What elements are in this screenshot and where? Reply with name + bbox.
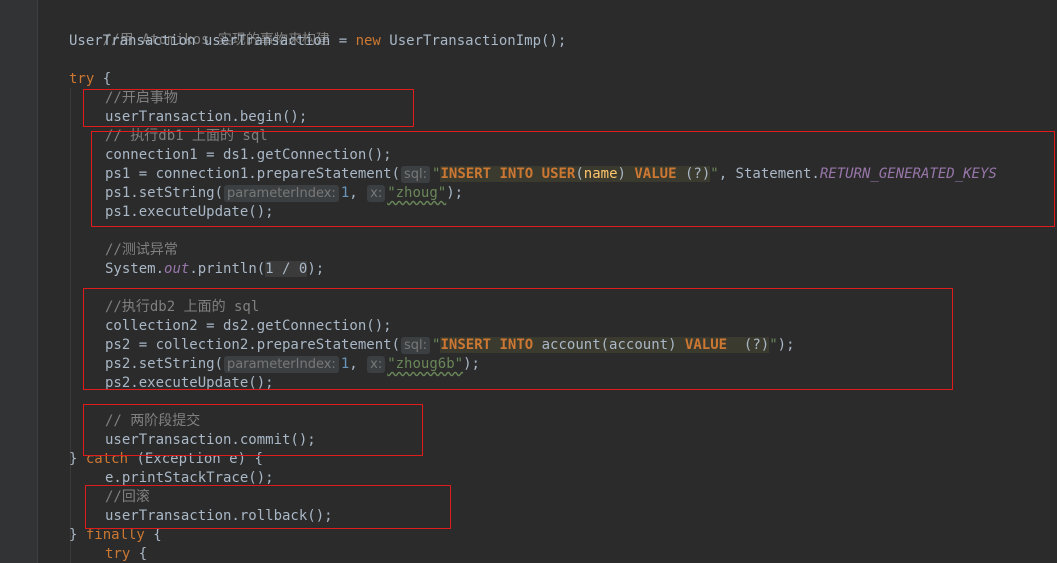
string-quote: " bbox=[769, 337, 778, 353]
keyword-finally: finally bbox=[85, 527, 145, 543]
sql-text: ) bbox=[617, 166, 635, 182]
code-text: , Statement. bbox=[718, 166, 820, 182]
code-text: userTransaction.rollback(); bbox=[105, 508, 333, 524]
static-field: out bbox=[164, 261, 190, 277]
sql-identifier: name bbox=[583, 166, 618, 182]
number-literal: 1 bbox=[340, 356, 350, 372]
string-quote: " bbox=[710, 166, 719, 182]
code-line: //测试异常 bbox=[105, 241, 178, 260]
comment: // 执行db1 上面的 sql bbox=[105, 128, 268, 144]
code-line: collection2 = ds2.getConnection(); bbox=[105, 317, 392, 336]
code-line: } catch (Exception e) { bbox=[69, 450, 263, 469]
string-literal: "zhoug" bbox=[387, 185, 447, 201]
code-line: userTransaction.commit(); bbox=[105, 431, 316, 450]
sql-keyword: VALUE bbox=[684, 337, 728, 353]
code-text: userTransaction.commit(); bbox=[105, 432, 316, 448]
sql-text: account(account) bbox=[533, 337, 685, 353]
comment: //执行db2 上面的 sql bbox=[105, 299, 260, 315]
code-line: ps2 = collection2.prepareStatement(sql: "… bbox=[105, 336, 795, 355]
code-text: } bbox=[69, 527, 86, 543]
code-line: userTransaction.begin(); bbox=[105, 108, 307, 127]
sql-text: (?) bbox=[727, 337, 770, 353]
code-text: { bbox=[144, 527, 162, 543]
code-text: ps2.executeUpdate(); bbox=[105, 375, 274, 391]
code-text: System. bbox=[105, 261, 165, 277]
sql-text: ( bbox=[575, 166, 584, 182]
param-hint-parameter-index: parameterIndex: bbox=[224, 356, 339, 373]
sql-keyword: VALUE bbox=[634, 166, 677, 182]
warning-highlight: 1 / 0 bbox=[265, 261, 308, 277]
comment: //开启事物 bbox=[105, 90, 178, 106]
code-text: ps2 = collection2.prepareStatement( bbox=[105, 337, 401, 353]
param-hint-x: x: bbox=[367, 356, 386, 373]
gutter-divider bbox=[37, 0, 38, 563]
indent-guide bbox=[70, 88, 71, 563]
code-text: (Exception e) { bbox=[128, 451, 263, 467]
code-text: UserTransactionImp(); bbox=[380, 33, 567, 49]
code-line: // 两阶段提交 bbox=[105, 412, 200, 431]
code-text: .println( bbox=[189, 261, 266, 277]
code-text: ps1 = connection1.prepareStatement( bbox=[105, 166, 401, 182]
param-hint-parameter-index: parameterIndex: bbox=[224, 185, 339, 202]
sql-text bbox=[533, 166, 542, 182]
code-text: UserTransaction userTransaction = bbox=[69, 33, 356, 49]
number-literal: 1 bbox=[340, 185, 350, 201]
code-text: ); bbox=[307, 261, 325, 277]
code-line: System.out.println(1 / 0); bbox=[105, 260, 324, 279]
sql-keyword: USER bbox=[541, 166, 576, 182]
string-literal: "zhoug6b" bbox=[387, 356, 464, 372]
comment: // 两阶段提交 bbox=[105, 413, 201, 429]
code-line: try { bbox=[105, 545, 147, 563]
code-line: // 执行db1 上面的 sql bbox=[105, 127, 268, 146]
code-line: UserTransaction userTransaction = new Us… bbox=[69, 32, 566, 51]
code-line: ps1.executeUpdate(); bbox=[105, 203, 274, 222]
code-text: ps1.executeUpdate(); bbox=[105, 204, 274, 220]
comment: //回滚 bbox=[105, 489, 150, 505]
code-line: connection1 = ds1.getConnection(); bbox=[105, 146, 392, 165]
code-text: ); bbox=[777, 337, 795, 353]
code-text: connection1 = ds1.getConnection(); bbox=[105, 147, 392, 163]
keyword-try: try bbox=[69, 71, 95, 87]
code-line: //回滚 bbox=[105, 488, 150, 507]
keyword-try: try bbox=[105, 546, 131, 562]
code-text: ); bbox=[446, 185, 464, 201]
code-text: collection2 = ds2.getConnection(); bbox=[105, 318, 392, 334]
code-line: e.printStackTrace(); bbox=[105, 469, 274, 488]
code-text: { bbox=[130, 546, 148, 562]
code-line: ps2.executeUpdate(); bbox=[105, 374, 274, 393]
sql-text: (?) bbox=[676, 166, 711, 182]
code-text: , bbox=[349, 356, 367, 372]
sql-keyword: INSERT INTO bbox=[440, 337, 534, 353]
code-text: userTransaction.begin(); bbox=[105, 109, 308, 125]
keyword-new: new bbox=[355, 33, 381, 49]
comment: //测试异常 bbox=[105, 242, 178, 258]
code-text: ps1.setString( bbox=[105, 185, 224, 201]
code-text: , bbox=[349, 185, 367, 201]
code-text: ps2.setString( bbox=[105, 356, 224, 372]
code-editor[interactable]: //用 Atomikos 实现的事物来构建 UserTransaction us… bbox=[0, 0, 1057, 563]
code-line: userTransaction.rollback(); bbox=[105, 507, 333, 526]
code-text: e.printStackTrace(); bbox=[105, 470, 274, 486]
code-line: try { bbox=[69, 70, 111, 89]
code-line: } finally { bbox=[69, 526, 162, 545]
code-line: //开启事物 bbox=[105, 89, 178, 108]
param-hint-sql: sql: bbox=[401, 337, 431, 354]
code-line: ps2.setString(parameterIndex: 1, x: "zhoug… bbox=[105, 355, 480, 374]
code-text: ); bbox=[463, 356, 480, 372]
code-line: ps1 = connection1.prepareStatement(sql: "… bbox=[105, 165, 997, 184]
code-text: { bbox=[94, 71, 112, 87]
keyword-catch: catch bbox=[85, 451, 129, 467]
param-hint-sql: sql: bbox=[401, 166, 431, 183]
code-line: ps1.setString(parameterIndex: 1, x: "zhoug… bbox=[105, 184, 463, 203]
code-line: //执行db2 上面的 sql bbox=[105, 298, 259, 317]
param-hint-x: x: bbox=[367, 185, 386, 202]
sql-keyword: INSERT INTO bbox=[440, 166, 534, 182]
editor-gutter bbox=[0, 0, 38, 563]
code-line: //用 Atomikos 实现的事物来构建 bbox=[69, 12, 330, 48]
code-text: } bbox=[69, 451, 86, 467]
static-constant: RETURN_GENERATED_KEYS bbox=[819, 166, 997, 182]
